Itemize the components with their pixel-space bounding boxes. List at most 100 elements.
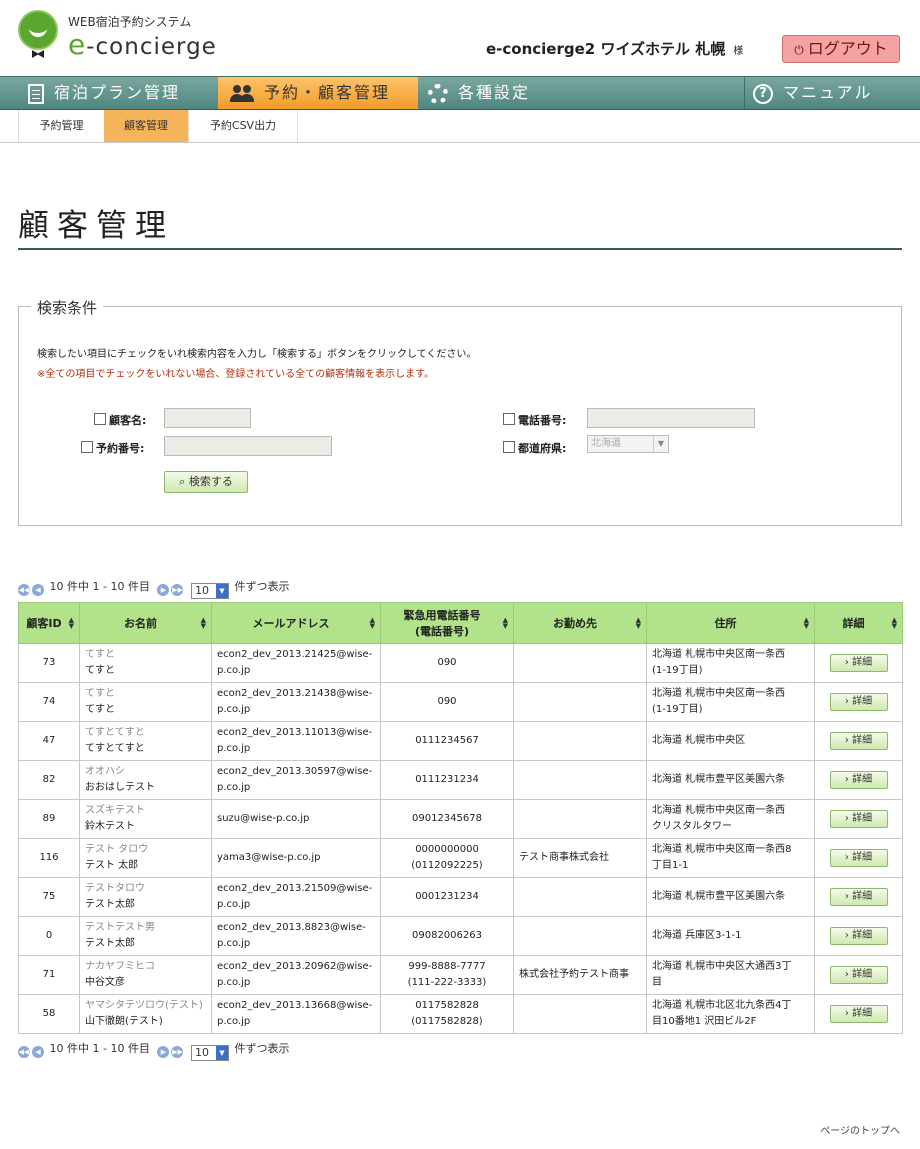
table-row: 0 テストテスト男 テスト太郎 econ2_dev_2013.8823@wise-p.… xyxy=(18,916,903,956)
cell-name: オオハシ おおはしテスト xyxy=(79,760,212,800)
cell-detail: › 詳細 xyxy=(814,760,903,800)
header-customer-id[interactable]: 顧客ID ▲ ▼ xyxy=(18,602,80,644)
cell-email: econ2_dev_2013.13668@wise-p.co.jp xyxy=(211,994,381,1034)
detail-button[interactable]: › 詳細 xyxy=(829,966,888,984)
cell-customer-id: 71 xyxy=(18,955,80,995)
cell-name: テスト タロウ テスト 太郎 xyxy=(79,838,212,878)
page-top-link[interactable]: ページのトップへ xyxy=(820,1122,900,1137)
cell-phone: 090 xyxy=(380,643,514,683)
logo[interactable]: WEB宿泊予約システム e-concierge xyxy=(18,10,258,66)
detail-button[interactable]: › 詳細 xyxy=(829,654,888,672)
header-name[interactable]: お名前 ▲ ▼ xyxy=(79,602,212,644)
detail-button[interactable]: › 詳細 xyxy=(829,1005,888,1023)
tab-reservation-management[interactable]: 予約管理 xyxy=(18,110,105,142)
cell-name: テストタロウ テスト太郎 xyxy=(79,877,212,917)
table-header-row: 顧客ID ▲ ▼ お名前 ▲ ▼ メールアドレス ▲ ▼ 緊急用電話番号 (電話番号) ▲ ▼ お… xyxy=(18,602,903,644)
header: WEB宿泊予約システム e-concierge e-concierge2 ワイズ… xyxy=(0,0,920,76)
cell-customer-id: 89 xyxy=(18,799,80,839)
sub-nav: 予約管理 顧客管理 予約CSV出力 xyxy=(0,110,920,143)
cell-customer-id: 47 xyxy=(18,721,80,761)
cell-company xyxy=(513,682,647,722)
cell-name: てすとてすと てすとてすと xyxy=(79,721,212,761)
header-phone[interactable]: 緊急用電話番号 (電話番号) ▲ ▼ xyxy=(380,602,514,644)
cell-detail: › 詳細 xyxy=(814,721,903,761)
customer-name-checkbox[interactable] xyxy=(94,413,106,425)
sort-icon: ▲ ▼ xyxy=(68,616,74,630)
nav-reservation-customer[interactable]: 予約・顧客管理 xyxy=(218,77,418,109)
next-page-icon[interactable]: ▶ xyxy=(157,1046,170,1058)
name-kana: テストタロウ xyxy=(85,883,145,894)
pager-top: ◀◀ ◀ 10 件中 1 - 10 件目 ▶ ▶▶ 10 ▼ 件ずつ表示 xyxy=(18,580,290,599)
search-button[interactable]: ⌕ 検索する xyxy=(164,471,248,493)
power-icon: ⏻ xyxy=(794,43,804,57)
customer-name-input[interactable] xyxy=(164,408,251,428)
cell-customer-id: 0 xyxy=(18,916,80,956)
nav-plan-management[interactable]: 宿泊プラン管理 xyxy=(28,77,218,109)
reservation-no-input[interactable] xyxy=(164,436,332,456)
first-page-icon[interactable]: ◀◀ xyxy=(18,584,30,596)
first-page-icon[interactable]: ◀◀ xyxy=(18,1046,30,1058)
header-address[interactable]: 住所 ▲ ▼ xyxy=(646,602,815,644)
cell-detail: › 詳細 xyxy=(814,799,903,839)
name-kana: てすとてすと xyxy=(85,727,145,738)
title-divider xyxy=(18,248,902,250)
cell-company xyxy=(513,643,647,683)
per-page-select[interactable]: 10 ▼ xyxy=(190,583,229,599)
nav-manual[interactable]: ? マニュアル xyxy=(744,77,900,109)
next-page-icon[interactable]: ▶ xyxy=(157,584,170,596)
cell-phone: 999-8888-7777 (111-222-3333) xyxy=(380,955,514,995)
cell-email: econ2_dev_2013.11013@wise-p.co.jp xyxy=(211,721,381,761)
last-page-icon[interactable]: ▶▶ xyxy=(171,584,184,596)
name-kana: ヤマシタテツロウ(テスト) xyxy=(85,1000,203,1011)
table-row: 74 てすと てすと econ2_dev_2013.21438@wise-p.co.j… xyxy=(18,682,903,722)
phone-label: 電話番号: xyxy=(503,412,566,428)
table-row: 71 ナカヤフミヒコ 中谷文彦 econ2_dev_2013.20962@wise-p… xyxy=(18,955,903,995)
chevron-down-icon: ▼ xyxy=(215,584,228,598)
detail-button[interactable]: › 詳細 xyxy=(829,693,888,711)
tab-reservation-csv[interactable]: 予約CSV出力 xyxy=(189,110,298,142)
prefecture-checkbox[interactable] xyxy=(503,441,515,453)
phone-checkbox[interactable] xyxy=(503,413,515,425)
name-kana: スズキテスト xyxy=(85,805,145,816)
logout-button[interactable]: ⏻ ログアウト xyxy=(782,35,900,63)
detail-button[interactable]: › 詳細 xyxy=(829,771,888,789)
detail-button[interactable]: › 詳細 xyxy=(829,810,888,828)
phone-input[interactable] xyxy=(587,408,755,428)
chevron-down-icon: ▼ xyxy=(215,1046,228,1060)
name-kana: テスト タロウ xyxy=(85,844,149,855)
last-page-icon[interactable]: ▶▶ xyxy=(171,1046,184,1058)
tab-customer-management[interactable]: 顧客管理 xyxy=(104,110,189,142)
cell-company xyxy=(513,799,647,839)
cell-email: yama3@wise-p.co.jp xyxy=(211,838,381,878)
header-detail[interactable]: 詳細 ▲ ▼ xyxy=(814,602,903,644)
reservation-no-checkbox[interactable] xyxy=(81,441,93,453)
cell-company xyxy=(513,994,647,1034)
header-company[interactable]: お勤め先 ▲ ▼ xyxy=(513,602,647,644)
header-email[interactable]: メールアドレス ▲ ▼ xyxy=(211,602,381,644)
detail-button[interactable]: › 詳細 xyxy=(829,927,888,945)
detail-button[interactable]: › 詳細 xyxy=(829,732,888,750)
name-kanji: テスト太郎 xyxy=(85,938,135,949)
cell-name: ヤマシタテツロウ(テスト) 山下徹朗(テスト) xyxy=(79,994,212,1034)
customer-table: 顧客ID ▲ ▼ お名前 ▲ ▼ メールアドレス ▲ ▼ 緊急用電話番号 (電話番号) ▲ ▼ お… xyxy=(18,602,903,1034)
table-row: 73 てすと てすと econ2_dev_2013.21425@wise-p.co.j… xyxy=(18,643,903,683)
nav-settings[interactable]: 各種設定 xyxy=(428,77,608,109)
cell-phone: 0000000000 (0112092225) xyxy=(380,838,514,878)
prev-page-icon[interactable]: ◀ xyxy=(32,584,44,596)
prev-page-icon[interactable]: ◀ xyxy=(32,1046,44,1058)
cell-email: suzu@wise-p.co.jp xyxy=(211,799,381,839)
sort-icon: ▲ ▼ xyxy=(803,616,809,630)
table-row: 58 ヤマシタテツロウ(テスト) 山下徹朗(テスト) econ2_dev_2013.1… xyxy=(18,994,903,1034)
search-instruction: 検索したい項目にチェックをいれ検索内容を入力し「検索する」ボタンをクリックしてく… xyxy=(37,349,477,360)
per-page-select[interactable]: 10 ▼ xyxy=(190,1045,229,1061)
prefecture-select[interactable]: 北海道 ▼ xyxy=(587,435,669,453)
cell-name: スズキテスト 鈴木テスト xyxy=(79,799,212,839)
detail-button[interactable]: › 詳細 xyxy=(829,849,888,867)
cell-email: econ2_dev_2013.21438@wise-p.co.jp xyxy=(211,682,381,722)
chevron-down-icon: ▼ xyxy=(653,436,668,452)
reservation-no-label: 予約番号: xyxy=(81,440,144,456)
prefecture-label: 都道府県: xyxy=(503,440,566,456)
cell-company: 株式会社予約テスト商事 xyxy=(513,955,647,995)
detail-button[interactable]: › 詳細 xyxy=(829,888,888,906)
hotel-name: e-concierge2 ワイズホテル 札幌様 xyxy=(486,40,744,58)
